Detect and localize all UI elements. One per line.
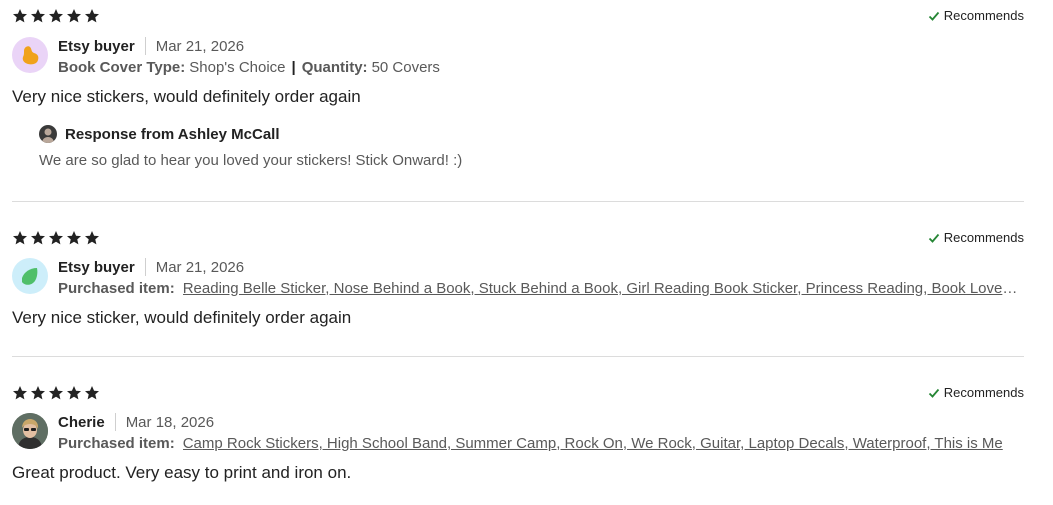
review-card: Recommends Etsy buyer Mar 21, 2026 Purch… — [12, 230, 1024, 340]
review-card: Recommends Etsy buyer Mar 21, 2026 Book … — [12, 8, 1024, 178]
avatar[interactable] — [12, 413, 48, 449]
recommends-badge: Recommends — [928, 230, 1024, 245]
star-icon — [49, 9, 63, 23]
reviewer-name[interactable]: Cherie — [58, 414, 105, 431]
person-avatar-icon — [39, 125, 57, 143]
star-icon — [85, 231, 99, 245]
recommends-label: Recommends — [943, 230, 1024, 245]
star-icon — [13, 386, 27, 400]
check-icon — [928, 11, 939, 21]
star-icon — [31, 9, 45, 23]
person-photo-avatar-icon — [12, 413, 48, 449]
review-date: Mar 18, 2026 — [125, 413, 215, 431]
response-title: Response from Ashley McCall — [65, 125, 280, 143]
purchased-item-link[interactable]: Reading Belle Sticker, Nose Behind a Boo… — [183, 280, 1019, 297]
purchased-item-label: Purchased item: — [58, 279, 175, 297]
seller-avatar — [39, 125, 57, 143]
divider — [114, 413, 116, 431]
detail-label: Book Cover Type: — [58, 58, 186, 76]
star-icon — [67, 9, 81, 23]
blob-avatar-icon — [22, 268, 38, 285]
star-icon — [31, 386, 45, 400]
review-card: Recommends Cherie Mar 18, 2026 Purchased… — [12, 385, 1024, 495]
review-date: Mar 21, 2026 — [155, 258, 245, 276]
detail-separator: | — [291, 58, 296, 76]
review-meta: Cherie Mar 18, 2026 Purchased item: Camp… — [58, 412, 1019, 453]
star-icon — [13, 231, 27, 245]
star-icon — [31, 231, 45, 245]
avatar[interactable] — [12, 258, 48, 294]
star-rating — [12, 385, 100, 401]
star-icon — [85, 386, 99, 400]
review-divider — [12, 356, 1024, 357]
recommends-badge: Recommends — [928, 8, 1024, 23]
star-icon — [67, 386, 81, 400]
blob-avatar-icon — [22, 46, 39, 65]
recommends-badge: Recommends — [928, 385, 1024, 400]
star-rating — [12, 8, 100, 24]
divider — [144, 258, 146, 276]
seller-response: Response from Ashley McCall We are so gl… — [39, 125, 462, 169]
review-meta: Etsy buyer Mar 21, 2026 Book Cover Type:… — [58, 36, 440, 77]
detail-value: Shop's Choice — [189, 58, 286, 76]
check-icon — [928, 233, 939, 243]
star-icon — [49, 386, 63, 400]
purchased-item-link[interactable]: Camp Rock Stickers, High School Band, Su… — [183, 435, 1019, 452]
review-divider — [12, 201, 1024, 202]
recommends-label: Recommends — [943, 385, 1024, 400]
review-text: Very nice stickers, would definitely ord… — [12, 87, 361, 106]
star-rating — [12, 230, 100, 246]
avatar[interactable] — [12, 37, 48, 73]
review-text: Very nice sticker, would definitely orde… — [12, 308, 352, 327]
review-meta: Etsy buyer Mar 21, 2026 Purchased item: … — [58, 257, 1019, 298]
recommends-label: Recommends — [943, 8, 1024, 23]
star-icon — [13, 9, 27, 23]
detail-value: 50 Covers — [371, 58, 440, 76]
check-icon — [928, 388, 939, 398]
divider — [144, 37, 146, 55]
reviewer-name[interactable]: Etsy buyer — [58, 259, 135, 276]
star-icon — [85, 9, 99, 23]
star-icon — [67, 231, 81, 245]
detail-label: Quantity: — [301, 58, 368, 76]
star-icon — [49, 231, 63, 245]
purchased-item-label: Purchased item: — [58, 434, 175, 452]
review-text: Great product. Very easy to print and ir… — [12, 463, 352, 482]
review-date: Mar 21, 2026 — [155, 37, 245, 55]
response-text: We are so glad to hear you loved your st… — [39, 152, 463, 169]
reviewer-name[interactable]: Etsy buyer — [58, 38, 135, 55]
